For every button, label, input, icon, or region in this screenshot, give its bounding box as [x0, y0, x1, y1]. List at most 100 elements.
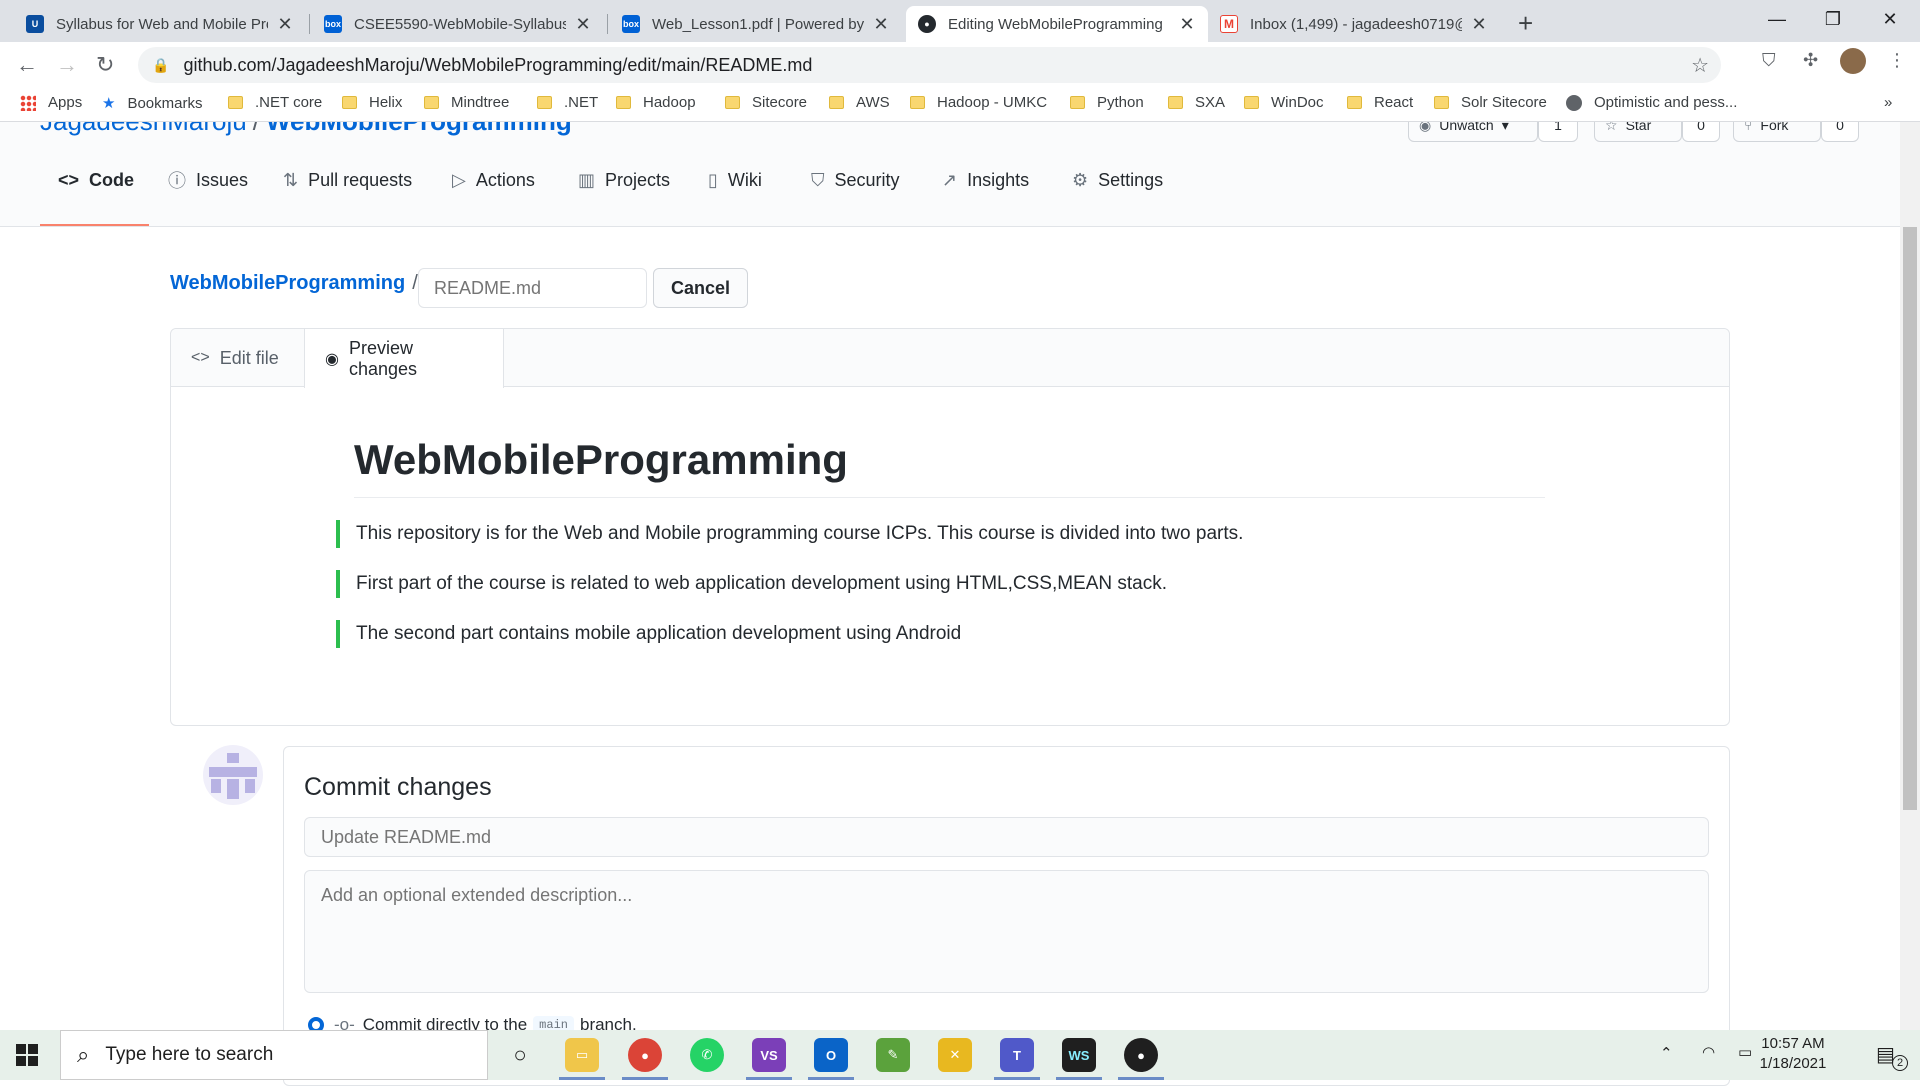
network-icon[interactable]: ◠	[1702, 1043, 1715, 1061]
bookmark-folder[interactable]: Solr Sitecore	[1434, 94, 1547, 111]
bookmark-folder[interactable]: Python	[1070, 94, 1144, 111]
bookmark-folder[interactable]: Helix	[342, 94, 402, 111]
profile-avatar[interactable]	[1840, 48, 1866, 74]
new-tab-button[interactable]: +	[1518, 8, 1533, 39]
back-arrow-icon[interactable]: ←	[16, 52, 38, 78]
user-avatar[interactable]	[203, 745, 263, 805]
taskbar-search-box[interactable]: ⌕ Type here to search	[60, 1030, 488, 1080]
commit-summary-input[interactable]	[304, 817, 1709, 857]
tab-wiki[interactable]: ▯ Wiki	[708, 150, 762, 210]
bookmark-bookmarks[interactable]: ★ Bookmarks	[102, 94, 202, 113]
show-hidden-icons-chevron-icon[interactable]: ⌃	[1660, 1044, 1673, 1062]
tab-issues[interactable]: ⓘ Issues	[168, 150, 248, 210]
star-button[interactable]: ☆ Star	[1594, 122, 1682, 142]
close-tab-icon[interactable]: ✕	[574, 14, 592, 35]
close-tab-icon[interactable]: ✕	[872, 14, 890, 35]
chrome-icon[interactable]: ●	[628, 1038, 662, 1072]
folder-icon	[342, 96, 357, 109]
bookmark-folder[interactable]: Mindtree	[424, 94, 509, 111]
folder-icon	[1434, 96, 1449, 109]
tab-settings[interactable]: ⚙ Settings	[1072, 150, 1163, 210]
commit-description-input[interactable]	[304, 870, 1709, 993]
folder-icon	[1168, 96, 1183, 109]
file-explorer-icon[interactable]: ▭	[565, 1038, 599, 1072]
blockquote-bar	[336, 620, 340, 648]
repo-owner-link[interactable]: JagadeeshMaroju	[40, 122, 247, 136]
reload-icon[interactable]: ↻	[96, 52, 114, 78]
whatsapp-icon[interactable]: ✆	[690, 1038, 724, 1072]
preview-blockquote: This repository is for the Web and Mobil…	[336, 520, 1243, 548]
bookmark-folder[interactable]: WinDoc	[1244, 94, 1324, 111]
close-tab-icon[interactable]: ✕	[1470, 14, 1488, 35]
notification-count-badge: 2	[1892, 1055, 1908, 1071]
fork-icon: ⑂	[1744, 122, 1753, 133]
bookmark-folder[interactable]: AWS	[829, 94, 890, 111]
outlook-icon[interactable]: O	[814, 1038, 848, 1072]
page-scrollbar-thumb[interactable]	[1903, 227, 1917, 810]
star-icon: ☆	[1605, 122, 1618, 133]
bookmark-folder[interactable]: Sitecore	[725, 94, 807, 111]
windows-start-icon[interactable]	[16, 1044, 38, 1066]
browser-tab[interactable]: M Inbox (1,499) - jagadeesh0719@ ✕	[1208, 6, 1500, 42]
close-tab-icon[interactable]: ✕	[1178, 14, 1196, 35]
extensions-puzzle-icon[interactable]: ✣	[1803, 50, 1818, 71]
apps-grid-icon	[20, 94, 36, 111]
selected-tab-underline	[40, 224, 149, 226]
bookmark-folder[interactable]: .NET	[537, 94, 598, 111]
repo-name-link[interactable]: WebMobileProgramming	[266, 122, 572, 136]
fork-count[interactable]: 0	[1821, 122, 1859, 142]
tab-security[interactable]: ⛉ Security	[811, 150, 900, 210]
bookmark-folder[interactable]: React	[1347, 94, 1413, 111]
browser-tab[interactable]: U Syllabus for Web and Mobile Pro ✕	[14, 6, 306, 42]
fork-button[interactable]: ⑂ Fork	[1733, 122, 1821, 142]
browser-menu-icon[interactable]: ⋮	[1888, 50, 1906, 71]
filename-input[interactable]	[418, 268, 647, 308]
star-count[interactable]: 0	[1682, 122, 1720, 142]
folder-icon	[910, 96, 925, 109]
gmail-icon: M	[1220, 15, 1238, 33]
browser-tab[interactable]: box Web_Lesson1.pdf | Powered by B ✕	[610, 6, 902, 42]
address-bar[interactable]: 🔒 github.com/JagadeeshMaroju/WebMobilePr…	[138, 47, 1721, 83]
bookmark-folder[interactable]: Hadoop - UMKC	[910, 94, 1047, 111]
breadcrumb-repo-link[interactable]: WebMobileProgramming	[170, 272, 405, 295]
forward-arrow-icon[interactable]: →	[56, 52, 78, 78]
bookmark-star-icon[interactable]: ☆	[1691, 53, 1709, 78]
bookmarks-overflow[interactable]: »	[1884, 94, 1892, 111]
visual-studio-icon[interactable]: VS	[752, 1038, 786, 1072]
watch-count[interactable]: 1	[1538, 122, 1578, 142]
tab-code[interactable]: <> Code	[58, 150, 134, 210]
notepad-icon[interactable]: ✎	[876, 1038, 910, 1072]
close-tab-icon[interactable]: ✕	[276, 14, 294, 35]
tab-pull-requests[interactable]: ⇅ Pull requests	[283, 150, 412, 210]
collaboration-app-icon[interactable]: ✕	[938, 1038, 972, 1072]
edit-file-tab[interactable]: <> Edit file	[171, 329, 304, 387]
folder-icon	[1244, 96, 1259, 109]
tab-projects[interactable]: ▥ Projects	[578, 150, 670, 210]
preview-changes-tab[interactable]: ◉ Preview changes	[304, 329, 504, 388]
browser-tab-active[interactable]: ● Editing WebMobileProgramming ✕	[906, 6, 1208, 42]
browser-tab[interactable]: box CSEE5590-WebMobile-Syllabus-2 ✕	[312, 6, 604, 42]
taskbar-clock[interactable]: 10:57 AM 1/18/2021	[1758, 1034, 1828, 1074]
bookmark-folder[interactable]: SXA	[1168, 94, 1225, 111]
bookmark-folder[interactable]: .NET core	[228, 94, 322, 111]
restore-window-button[interactable]: ❐	[1813, 4, 1853, 34]
battery-icon[interactable]: ▭	[1738, 1043, 1752, 1061]
webstorm-icon[interactable]: WS	[1062, 1038, 1096, 1072]
github-desktop-icon[interactable]: ●	[1124, 1038, 1158, 1072]
bookmark-folder[interactable]: Hadoop	[616, 94, 696, 111]
shield-extension-icon[interactable]: ⛉	[1762, 50, 1776, 71]
bookmark-link[interactable]: Optimistic and pess...	[1566, 94, 1737, 111]
cancel-button[interactable]: Cancel	[653, 268, 748, 308]
cortana-icon[interactable]: ○	[503, 1038, 537, 1072]
preview-blockquote: The second part contains mobile applicat…	[336, 620, 961, 648]
unwatch-button[interactable]: ◉ Unwatch ▾	[1408, 122, 1538, 142]
book-icon: ▯	[708, 169, 718, 190]
code-icon: <>	[191, 349, 210, 366]
tab-actions[interactable]: ▷ Actions	[452, 150, 535, 210]
teams-icon[interactable]: T	[1000, 1038, 1034, 1072]
tab-divider	[309, 14, 310, 34]
tab-insights[interactable]: ↗ Insights	[942, 150, 1029, 210]
minimize-window-button[interactable]: —	[1757, 4, 1797, 34]
close-window-button[interactable]: ✕	[1870, 4, 1910, 34]
bookmark-apps[interactable]: Apps	[20, 94, 82, 111]
